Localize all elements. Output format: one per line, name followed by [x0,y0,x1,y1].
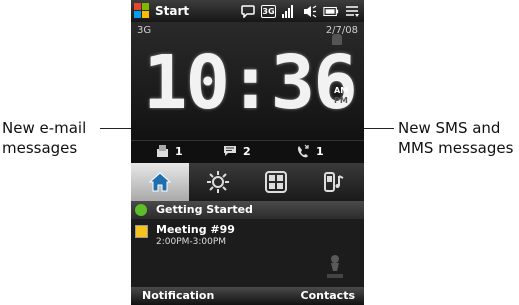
sms-callout-line1: New SMS and [398,119,501,137]
tab-phone-music[interactable] [305,163,363,201]
notification-softkey[interactable]: Notification [142,289,214,302]
email-callout-line2: messages [2,139,78,157]
volume-icon[interactable] [302,3,318,19]
softkey-bar: Notification Contacts [131,287,364,305]
home-icon [148,172,172,192]
tab-home[interactable] [131,163,189,201]
am-label: AM [334,86,349,95]
notification-counters: 1 2 1 [131,140,364,164]
status-icons: 3G [240,3,360,19]
email-counter[interactable]: 1 [155,144,183,158]
getting-started-icon [135,204,147,216]
appointment-row[interactable]: Meeting #99 2:00PM-3:00PM [131,221,364,251]
pm-label: PM [334,96,348,105]
appointment-time: 2:00PM-3:00PM [156,237,227,247]
getting-started-label: Getting Started [156,203,253,216]
email-icon [155,144,169,158]
missed-call-count: 1 [316,144,324,158]
htc-logo-icon [323,253,347,281]
grid-icon [265,171,287,193]
getting-started-row[interactable]: Getting Started [131,201,364,219]
chat-icon[interactable] [240,3,256,19]
calendar-icon [135,225,148,238]
appointment-title: Meeting #99 [156,223,235,236]
home-tab-strip [131,163,364,201]
email-count: 1 [175,144,183,158]
today-list: Getting Started Meeting #99 2:00PM-3:00P… [131,201,364,287]
clock-panel[interactable]: 3G 2/7/08 10:36 AM PM [131,22,364,140]
sms-callout: New SMS and MMS messages [398,118,519,158]
signal-icon[interactable] [281,3,297,19]
sms-callout-line2: MMS messages [398,139,514,157]
am-pm-indicator: AM PM [334,86,348,106]
3g-icon[interactable]: 3G [261,4,276,18]
alarm-icon [332,34,342,45]
title-bar: Start 3G [131,0,364,22]
clock-time: 10:36 [143,40,358,126]
battery-icon[interactable] [323,3,339,19]
sms-icon [223,144,237,158]
network-type: 3G [137,25,152,36]
phone-music-icon [324,172,344,192]
windows-start-icon[interactable] [134,3,150,19]
sun-icon [207,171,229,193]
date-display: 2/7/08 [325,25,358,36]
missed-call-icon [296,144,310,158]
sms-counter[interactable]: 2 [223,144,251,158]
tab-apps[interactable] [247,163,305,201]
sms-count: 2 [243,144,251,158]
start-title[interactable]: Start [155,4,189,18]
phone-screen: Start 3G 3G 2/7/08 10:36 AM PM 1 2 1 Get… [131,0,364,305]
tab-weather[interactable] [189,163,247,201]
menu-icon[interactable] [344,3,360,19]
email-callout: New e-mail messages [2,118,122,158]
missed-call-counter[interactable]: 1 [296,144,324,158]
contacts-softkey[interactable]: Contacts [301,289,355,302]
